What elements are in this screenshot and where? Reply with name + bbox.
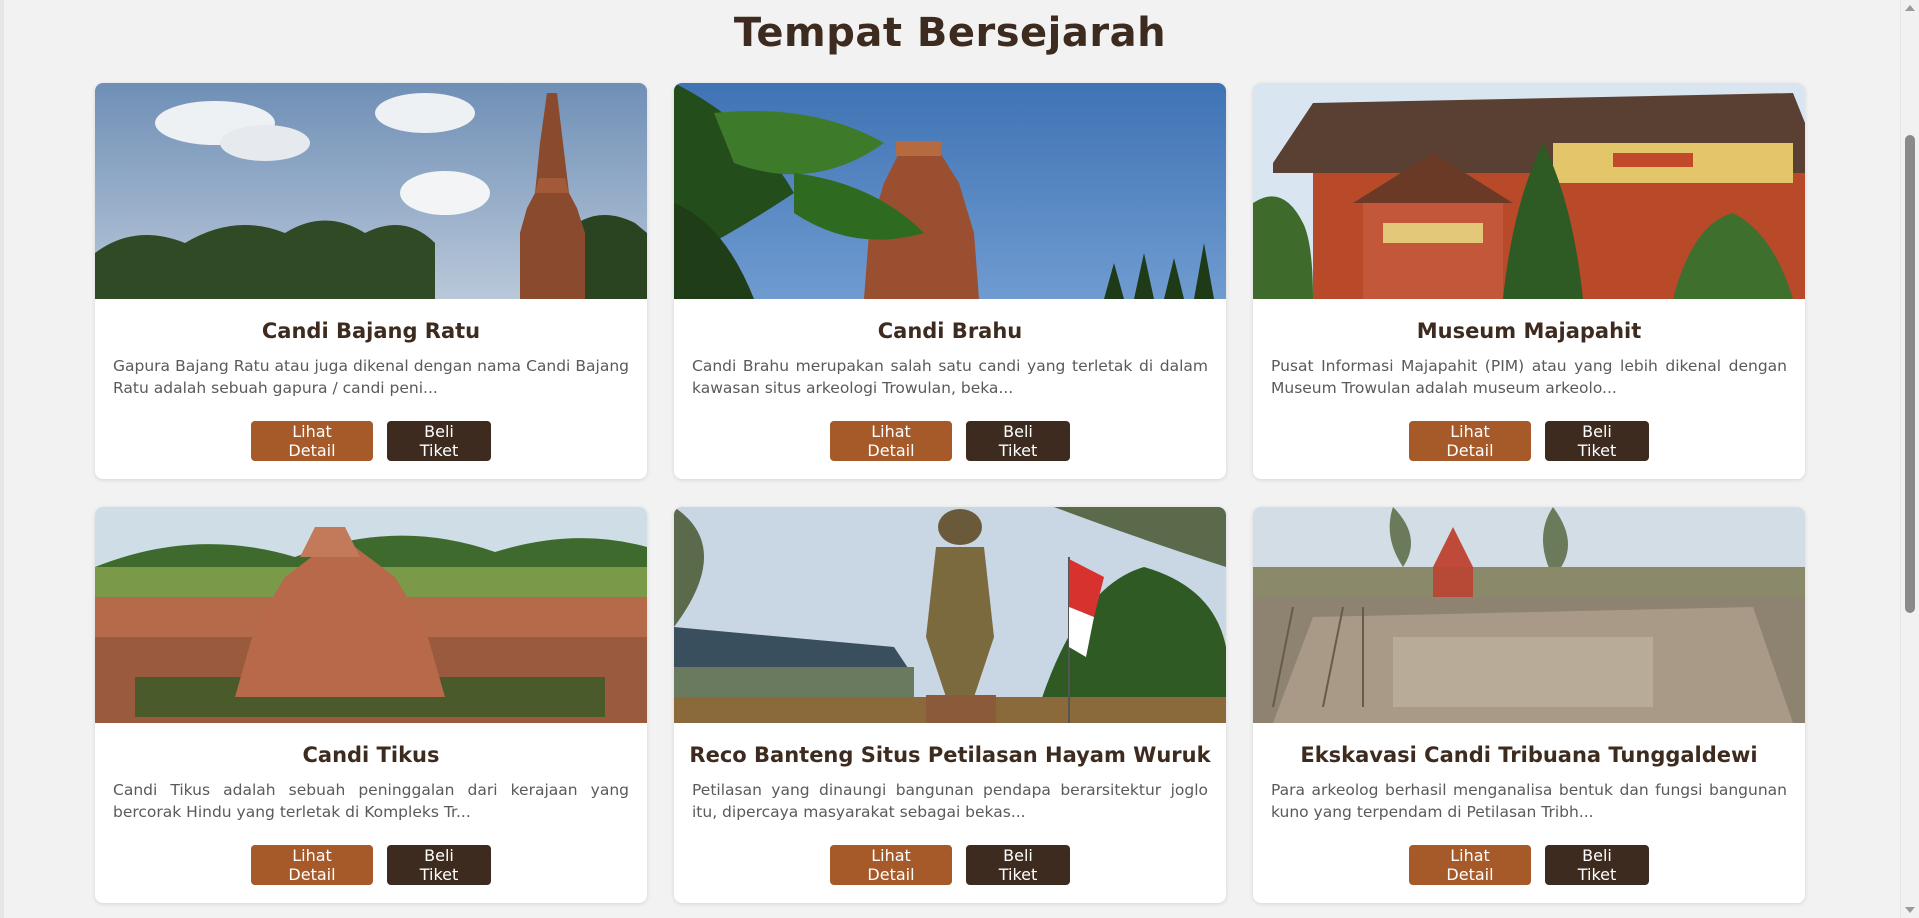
place-card: Museum Majapahit Pusat Informasi Majapah… [1253, 83, 1805, 479]
place-card: Candi Brahu Candi Brahu merupakan salah … [674, 83, 1226, 479]
card-description: Candi Tikus adalah sebuah peninggalan da… [113, 781, 629, 821]
buy-ticket-button[interactable]: Beli Tiket [387, 421, 491, 461]
view-detail-button[interactable]: Lihat Detail [830, 421, 952, 461]
card-actions: Lihat Detail Beli Tiket [1253, 421, 1805, 461]
card-description: Para arkeolog berhasil menganalisa bentu… [1271, 781, 1787, 821]
card-description: Petilasan yang dinaungi bangunan pendapa… [692, 781, 1208, 821]
card-image-candi-bajang-ratu [95, 83, 647, 299]
card-description: Gapura Bajang Ratu atau juga dikenal den… [113, 357, 629, 397]
card-actions: Lihat Detail Beli Tiket [674, 845, 1226, 885]
place-card: Candi Bajang Ratu Gapura Bajang Ratu ata… [95, 83, 647, 479]
scrollbar-thumb[interactable] [1905, 135, 1915, 613]
page-title: Tempat Bersejarah [733, 10, 1167, 56]
card-actions: Lihat Detail Beli Tiket [674, 421, 1226, 461]
card-image-museum-majapahit [1253, 83, 1805, 299]
view-detail-button[interactable]: Lihat Detail [1409, 421, 1531, 461]
scroll-up-arrow-icon[interactable] [1905, 5, 1915, 11]
scroll-down-arrow-icon[interactable] [1905, 907, 1915, 913]
place-card: Candi Tikus Candi Tikus adalah sebuah pe… [95, 507, 647, 903]
card-description: Pusat Informasi Majapahit (PIM) atau yan… [1271, 357, 1787, 397]
card-actions: Lihat Detail Beli Tiket [95, 845, 647, 885]
buy-ticket-button[interactable]: Beli Tiket [1545, 421, 1649, 461]
card-image-candi-brahu [674, 83, 1226, 299]
card-title: Museum Majapahit [1416, 319, 1642, 343]
card-image-reco-banteng [674, 507, 1226, 723]
place-card: Reco Banteng Situs Petilasan Hayam Wuruk… [674, 507, 1226, 903]
buy-ticket-button[interactable]: Beli Tiket [387, 845, 491, 885]
buy-ticket-button[interactable]: Beli Tiket [966, 421, 1070, 461]
card-title: Candi Bajang Ratu [261, 319, 481, 343]
places-grid: Candi Bajang Ratu Gapura Bajang Ratu ata… [95, 83, 1806, 903]
view-detail-button[interactable]: Lihat Detail [251, 421, 373, 461]
view-detail-button[interactable]: Lihat Detail [251, 845, 373, 885]
card-actions: Lihat Detail Beli Tiket [1253, 845, 1805, 885]
buy-ticket-button[interactable]: Beli Tiket [1545, 845, 1649, 885]
card-title: Reco Banteng Situs Petilasan Hayam Wuruk [689, 743, 1211, 767]
vertical-scrollbar[interactable] [1900, 0, 1919, 918]
card-image-candi-tikus [95, 507, 647, 723]
view-detail-button[interactable]: Lihat Detail [1409, 845, 1531, 885]
card-description: Candi Brahu merupakan salah satu candi y… [692, 357, 1208, 397]
card-actions: Lihat Detail Beli Tiket [95, 421, 647, 461]
card-title: Candi Brahu [877, 319, 1023, 343]
view-detail-button[interactable]: Lihat Detail [830, 845, 952, 885]
buy-ticket-button[interactable]: Beli Tiket [966, 845, 1070, 885]
card-title: Ekskavasi Candi Tribuana Tunggaldewi [1300, 743, 1758, 767]
place-card: Ekskavasi Candi Tribuana Tunggaldewi Par… [1253, 507, 1805, 903]
card-image-ekskavasi-candi [1253, 507, 1805, 723]
card-title: Candi Tikus [302, 743, 440, 767]
